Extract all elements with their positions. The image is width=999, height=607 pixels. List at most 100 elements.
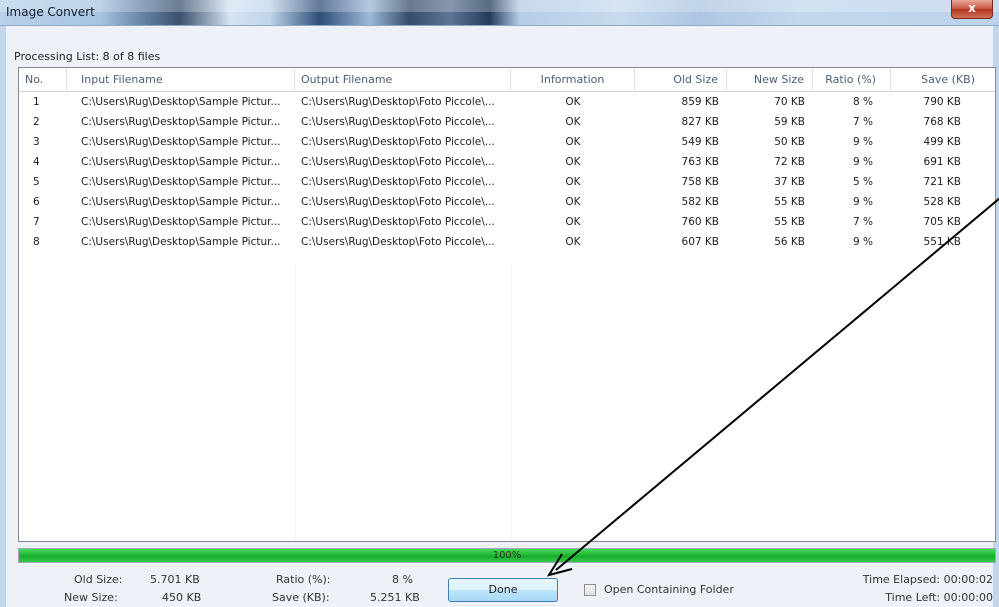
table-row[interactable]: 8 C:\Users\Rug\Desktop\Sample Pictur... … xyxy=(19,232,995,252)
progress-label: 100% xyxy=(492,550,522,561)
column-header-output-filename[interactable]: Output Filename xyxy=(295,68,511,92)
table-row[interactable]: 2 C:\Users\Rug\Desktop\Sample Pictur... … xyxy=(19,112,995,132)
close-button[interactable]: x xyxy=(951,0,993,19)
save-kb: 528 KB xyxy=(923,196,961,208)
ratio: 7 % xyxy=(853,116,873,128)
ratio: 5 % xyxy=(853,176,873,188)
save-kb: 691 KB xyxy=(923,156,961,168)
new-size: 55 KB xyxy=(774,196,805,208)
file-list-header: No. Input Filename Output Filename Infor… xyxy=(19,68,995,92)
row-number: 1 xyxy=(33,96,40,108)
row-number: 8 xyxy=(33,236,40,248)
new-size-label: New Size: xyxy=(64,591,118,604)
open-folder-checkbox[interactable] xyxy=(584,584,596,596)
save-kb: 790 KB xyxy=(923,96,961,108)
column-header-ratio[interactable]: Ratio (%) xyxy=(813,68,891,92)
close-icon[interactable]: x xyxy=(968,1,976,15)
ratio: 9 % xyxy=(853,236,873,248)
save-kb: 705 KB xyxy=(923,216,961,228)
new-size: 72 KB xyxy=(774,156,805,168)
ratio: 9 % xyxy=(853,136,873,148)
file-list[interactable]: No. Input Filename Output Filename Infor… xyxy=(18,67,996,542)
column-header-input-filename[interactable]: Input Filename xyxy=(67,68,295,92)
input-filename: C:\Users\Rug\Desktop\Sample Pictur... xyxy=(81,236,281,248)
old-size-value: 5.701 KB xyxy=(150,573,200,586)
ratio-value: 8 % xyxy=(392,573,413,586)
output-filename: C:\Users\Rug\Desktop\Foto Piccole\... xyxy=(301,216,495,228)
table-row[interactable]: 4 C:\Users\Rug\Desktop\Sample Pictur... … xyxy=(19,152,995,172)
output-filename: C:\Users\Rug\Desktop\Foto Piccole\... xyxy=(301,156,495,168)
row-number: 5 xyxy=(33,176,40,188)
old-size: 758 KB xyxy=(681,176,719,188)
information: OK xyxy=(565,116,581,128)
old-size: 827 KB xyxy=(681,116,719,128)
save-kb: 768 KB xyxy=(923,116,961,128)
new-size-value: 450 KB xyxy=(162,591,202,604)
input-filename: C:\Users\Rug\Desktop\Sample Pictur... xyxy=(81,196,281,208)
table-row[interactable]: 3 C:\Users\Rug\Desktop\Sample Pictur... … xyxy=(19,132,995,152)
ratio: 8 % xyxy=(853,96,873,108)
column-header-information[interactable]: Information xyxy=(511,68,635,92)
done-button[interactable]: Done xyxy=(448,578,558,602)
progress-bar: 100% xyxy=(18,548,996,563)
column-header-no[interactable]: No. xyxy=(19,68,67,92)
output-filename: C:\Users\Rug\Desktop\Foto Piccole\... xyxy=(301,116,495,128)
old-size: 549 KB xyxy=(681,136,719,148)
table-row[interactable]: 6 C:\Users\Rug\Desktop\Sample Pictur... … xyxy=(19,192,995,212)
save-kb: 721 KB xyxy=(923,176,961,188)
table-row[interactable]: 7 C:\Users\Rug\Desktop\Sample Pictur... … xyxy=(19,212,995,232)
save-value: 5.251 KB xyxy=(370,591,420,604)
empty-list-area xyxy=(19,264,995,541)
output-filename: C:\Users\Rug\Desktop\Foto Piccole\... xyxy=(301,176,495,188)
input-filename: C:\Users\Rug\Desktop\Sample Pictur... xyxy=(81,96,281,108)
input-filename: C:\Users\Rug\Desktop\Sample Pictur... xyxy=(81,216,281,228)
window-title: Image Convert xyxy=(6,5,95,19)
time-left: Time Left: 00:00:00 xyxy=(885,591,993,604)
input-filename: C:\Users\Rug\Desktop\Sample Pictur... xyxy=(81,176,281,188)
new-size: 37 KB xyxy=(774,176,805,188)
old-size: 760 KB xyxy=(681,216,719,228)
row-number: 7 xyxy=(33,216,40,228)
row-number: 6 xyxy=(33,196,40,208)
information: OK xyxy=(565,196,581,208)
input-filename: C:\Users\Rug\Desktop\Sample Pictur... xyxy=(81,136,281,148)
information: OK xyxy=(565,176,581,188)
ratio-label: Ratio (%): xyxy=(276,573,331,586)
old-size: 859 KB xyxy=(681,96,719,108)
old-size: 607 KB xyxy=(681,236,719,248)
column-header-new-size[interactable]: New Size xyxy=(727,68,813,92)
output-filename: C:\Users\Rug\Desktop\Foto Piccole\... xyxy=(301,196,495,208)
grid-line xyxy=(511,264,512,541)
row-number: 2 xyxy=(33,116,40,128)
new-size: 55 KB xyxy=(774,216,805,228)
information: OK xyxy=(565,236,581,248)
new-size: 70 KB xyxy=(774,96,805,108)
save-label: Save (KB): xyxy=(272,591,330,604)
input-filename: C:\Users\Rug\Desktop\Sample Pictur... xyxy=(81,156,281,168)
table-row[interactable]: 1 C:\Users\Rug\Desktop\Sample Pictur... … xyxy=(19,92,995,112)
information: OK xyxy=(565,156,581,168)
information: OK xyxy=(565,96,581,108)
information: OK xyxy=(565,216,581,228)
old-size: 763 KB xyxy=(681,156,719,168)
table-row[interactable]: 5 C:\Users\Rug\Desktop\Sample Pictur... … xyxy=(19,172,995,192)
old-size: 582 KB xyxy=(681,196,719,208)
old-size-label: Old Size: xyxy=(74,573,123,586)
new-size: 50 KB xyxy=(774,136,805,148)
information: OK xyxy=(565,136,581,148)
save-kb: 551 KB xyxy=(923,236,961,248)
input-filename: C:\Users\Rug\Desktop\Sample Pictur... xyxy=(81,116,281,128)
file-list-body: 1 C:\Users\Rug\Desktop\Sample Pictur... … xyxy=(19,92,995,252)
ratio: 7 % xyxy=(853,216,873,228)
new-size: 59 KB xyxy=(774,116,805,128)
processing-list-caption: Processing List: 8 of 8 files xyxy=(14,50,161,63)
title-bar: Image Convert x xyxy=(0,0,999,26)
open-folder-label[interactable]: Open Containing Folder xyxy=(604,583,734,596)
column-header-save[interactable]: Save (KB) xyxy=(891,68,995,92)
row-number: 3 xyxy=(33,136,40,148)
output-filename: C:\Users\Rug\Desktop\Foto Piccole\... xyxy=(301,236,495,248)
time-elapsed: Time Elapsed: 00:00:02 xyxy=(862,573,993,586)
column-header-old-size[interactable]: Old Size xyxy=(635,68,727,92)
new-size: 56 KB xyxy=(774,236,805,248)
save-kb: 499 KB xyxy=(923,136,961,148)
